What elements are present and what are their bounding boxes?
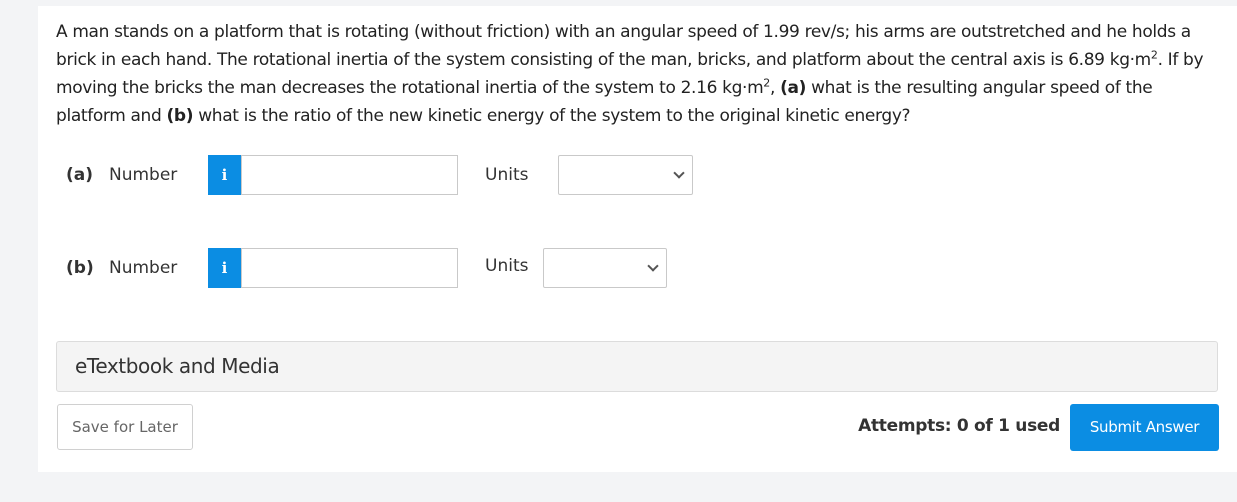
info-icon[interactable]: i — [208, 248, 241, 288]
number-input-a[interactable] — [241, 155, 458, 195]
chevron-down-icon — [673, 167, 685, 179]
question-text-part: , — [769, 78, 781, 98]
superscript: 2 — [1150, 48, 1158, 62]
number-input-b[interactable] — [241, 248, 458, 288]
info-icon[interactable]: i — [208, 155, 241, 195]
submit-answer-button[interactable]: Submit Answer — [1070, 404, 1219, 451]
number-label-a: Number — [109, 165, 178, 185]
units-label-a: Units — [485, 165, 529, 185]
answer-row-a: (a) Number i Units — [38, 154, 738, 196]
chevron-down-icon — [647, 260, 659, 272]
etextbook-media-label: eTextbook and Media — [75, 354, 280, 378]
part-b-marker: (b) — [166, 106, 194, 126]
units-label-b: Units — [485, 256, 529, 276]
superscript: 2 — [763, 76, 770, 90]
save-for-later-button[interactable]: Save for Later — [57, 404, 193, 450]
question-text-part: A man stands on a platform that is rotat… — [56, 22, 1191, 70]
units-select-a[interactable] — [558, 155, 693, 195]
part-label-a: (a) — [66, 165, 94, 185]
question-text-part: what is the ratio of the new kinetic ene… — [193, 106, 911, 126]
part-label-b: (b) — [66, 258, 94, 278]
question-card: A man stands on a platform that is rotat… — [38, 6, 1237, 472]
answer-row-b: (b) Number i Units — [38, 247, 738, 289]
question-text: A man stands on a platform that is rotat… — [56, 18, 1221, 130]
part-a-marker: (a) — [780, 78, 807, 98]
number-label-b: Number — [109, 258, 178, 278]
attempts-counter: Attempts: 0 of 1 used — [858, 416, 1060, 436]
etextbook-media-panel[interactable]: eTextbook and Media — [56, 341, 1218, 392]
units-select-b[interactable] — [543, 248, 667, 288]
